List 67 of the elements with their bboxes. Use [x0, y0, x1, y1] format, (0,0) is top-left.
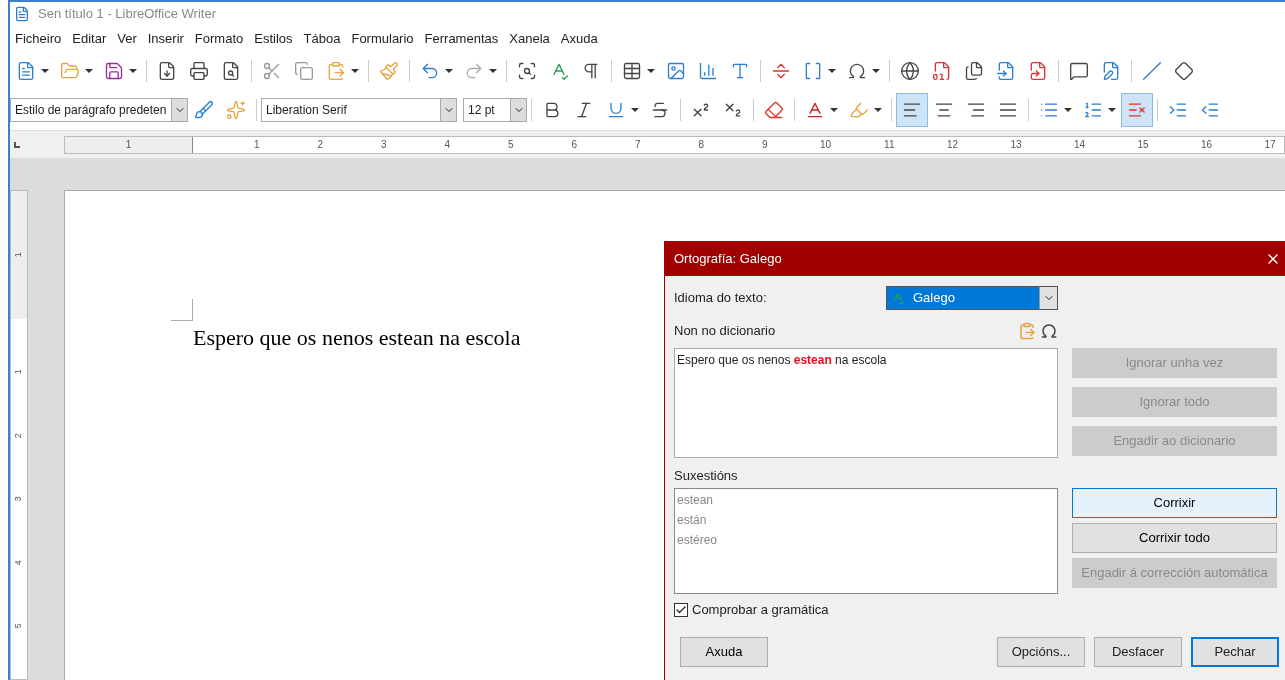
- menu-item[interactable]: Táboa: [298, 29, 346, 49]
- menu-item[interactable]: Ferramentas: [419, 29, 504, 49]
- ruler-number: 5: [507, 138, 514, 152]
- dialog-title: Ortografía: Galego: [674, 250, 782, 269]
- menu-item[interactable]: Inserir: [142, 29, 189, 49]
- dialog-button[interactable]: Corrixir todo: [1072, 523, 1277, 553]
- field-label: Idioma do texto:: [674, 289, 768, 308]
- dialog-button[interactable]: Desfacer: [1094, 637, 1182, 667]
- ruler-number: 8: [698, 138, 704, 152]
- menu-item[interactable]: Ver: [112, 29, 142, 49]
- ruler-number: 9: [761, 138, 768, 152]
- document-icon: [14, 6, 30, 22]
- ruler-number: 14: [1073, 138, 1085, 152]
- window-title: Sen título 1 - LibreOffice Writer: [38, 5, 216, 24]
- ruler-number: 1: [12, 251, 25, 257]
- ruler-number: 2: [12, 432, 25, 438]
- ruler-number: 5: [12, 623, 25, 629]
- ruler-number: 13: [1010, 138, 1022, 152]
- suggestions-list[interactable]: estean están estéreo: [674, 488, 1058, 594]
- field-label: Non no dicionario: [674, 322, 776, 341]
- ruler-number: 15: [1137, 138, 1149, 152]
- help-button[interactable]: Axuda: [680, 637, 768, 667]
- menu-item[interactable]: Editar: [67, 29, 112, 49]
- align-left-icon[interactable]: [896, 93, 928, 127]
- document-text: Espero que os nenos estean na escola: [193, 324, 521, 352]
- ruler-number: 1: [125, 138, 132, 152]
- clipboard-icon[interactable]: [1018, 322, 1036, 340]
- menu-item[interactable]: Xanela: [504, 29, 555, 49]
- ruler-number: 1: [253, 138, 260, 152]
- no-list-icon[interactable]: [1121, 93, 1153, 127]
- ruler-number: 10: [819, 138, 831, 152]
- ruler-number: 4: [12, 559, 25, 565]
- suggestion-item[interactable]: estean: [677, 491, 1055, 511]
- sentence-box[interactable]: Espero que os nenos estean na escola: [674, 348, 1058, 458]
- ruler-number: 12: [946, 138, 958, 152]
- ruler-number: 6: [571, 138, 577, 152]
- dialog-button[interactable]: Corrixir: [1072, 488, 1277, 518]
- ruler-number: 17: [1264, 138, 1276, 152]
- ruler-number: 1: [12, 369, 25, 375]
- spellcheck-icon: [891, 291, 905, 305]
- dialog-button[interactable]: Pechar: [1191, 637, 1279, 667]
- suggestion-item[interactable]: estéreo: [677, 531, 1055, 551]
- ruler-number: 2: [317, 138, 323, 152]
- paragraph-style-dropdown[interactable]: Estilo de parágrafo predeten: [10, 98, 188, 122]
- omega-icon[interactable]: [1040, 322, 1058, 340]
- suggestion-item[interactable]: están: [677, 511, 1055, 531]
- horizontal-ruler[interactable]: 1 1 2 3 4 5 6 7 8 9 10 11 12 13 14 15 16 17: [64, 135, 1285, 154]
- menu-item[interactable]: Formulario: [346, 29, 419, 49]
- text-boundary-mark: [171, 299, 193, 321]
- vertical-ruler[interactable]: 1 1 2 3 4 5: [10, 190, 28, 680]
- font-name-dropdown[interactable]: Liberation Serif: [261, 98, 457, 122]
- ruler-number: 3: [380, 138, 387, 152]
- menu-item[interactable]: Estilos: [249, 29, 298, 49]
- field-label: Suxestións: [674, 467, 739, 485]
- menu-item[interactable]: Ficheiro: [10, 29, 67, 49]
- ruler-number: 4: [444, 138, 450, 152]
- ruler-number: 7: [634, 138, 641, 152]
- menu-item[interactable]: Axuda: [555, 29, 603, 49]
- dialog-button[interactable]: Opcións...: [997, 637, 1085, 667]
- font-size-dropdown[interactable]: 12 pt: [463, 98, 527, 122]
- checkbox-label: Comprobar a gramática: [692, 601, 829, 620]
- menu-item[interactable]: Formato: [189, 29, 249, 49]
- checkbox[interactable]: [674, 603, 688, 617]
- ruler-number: 11: [884, 138, 895, 152]
- language-dropdown[interactable]: Galego: [886, 286, 1058, 310]
- ruler-number: 3: [12, 496, 25, 502]
- ruler-number: 16: [1200, 138, 1212, 152]
